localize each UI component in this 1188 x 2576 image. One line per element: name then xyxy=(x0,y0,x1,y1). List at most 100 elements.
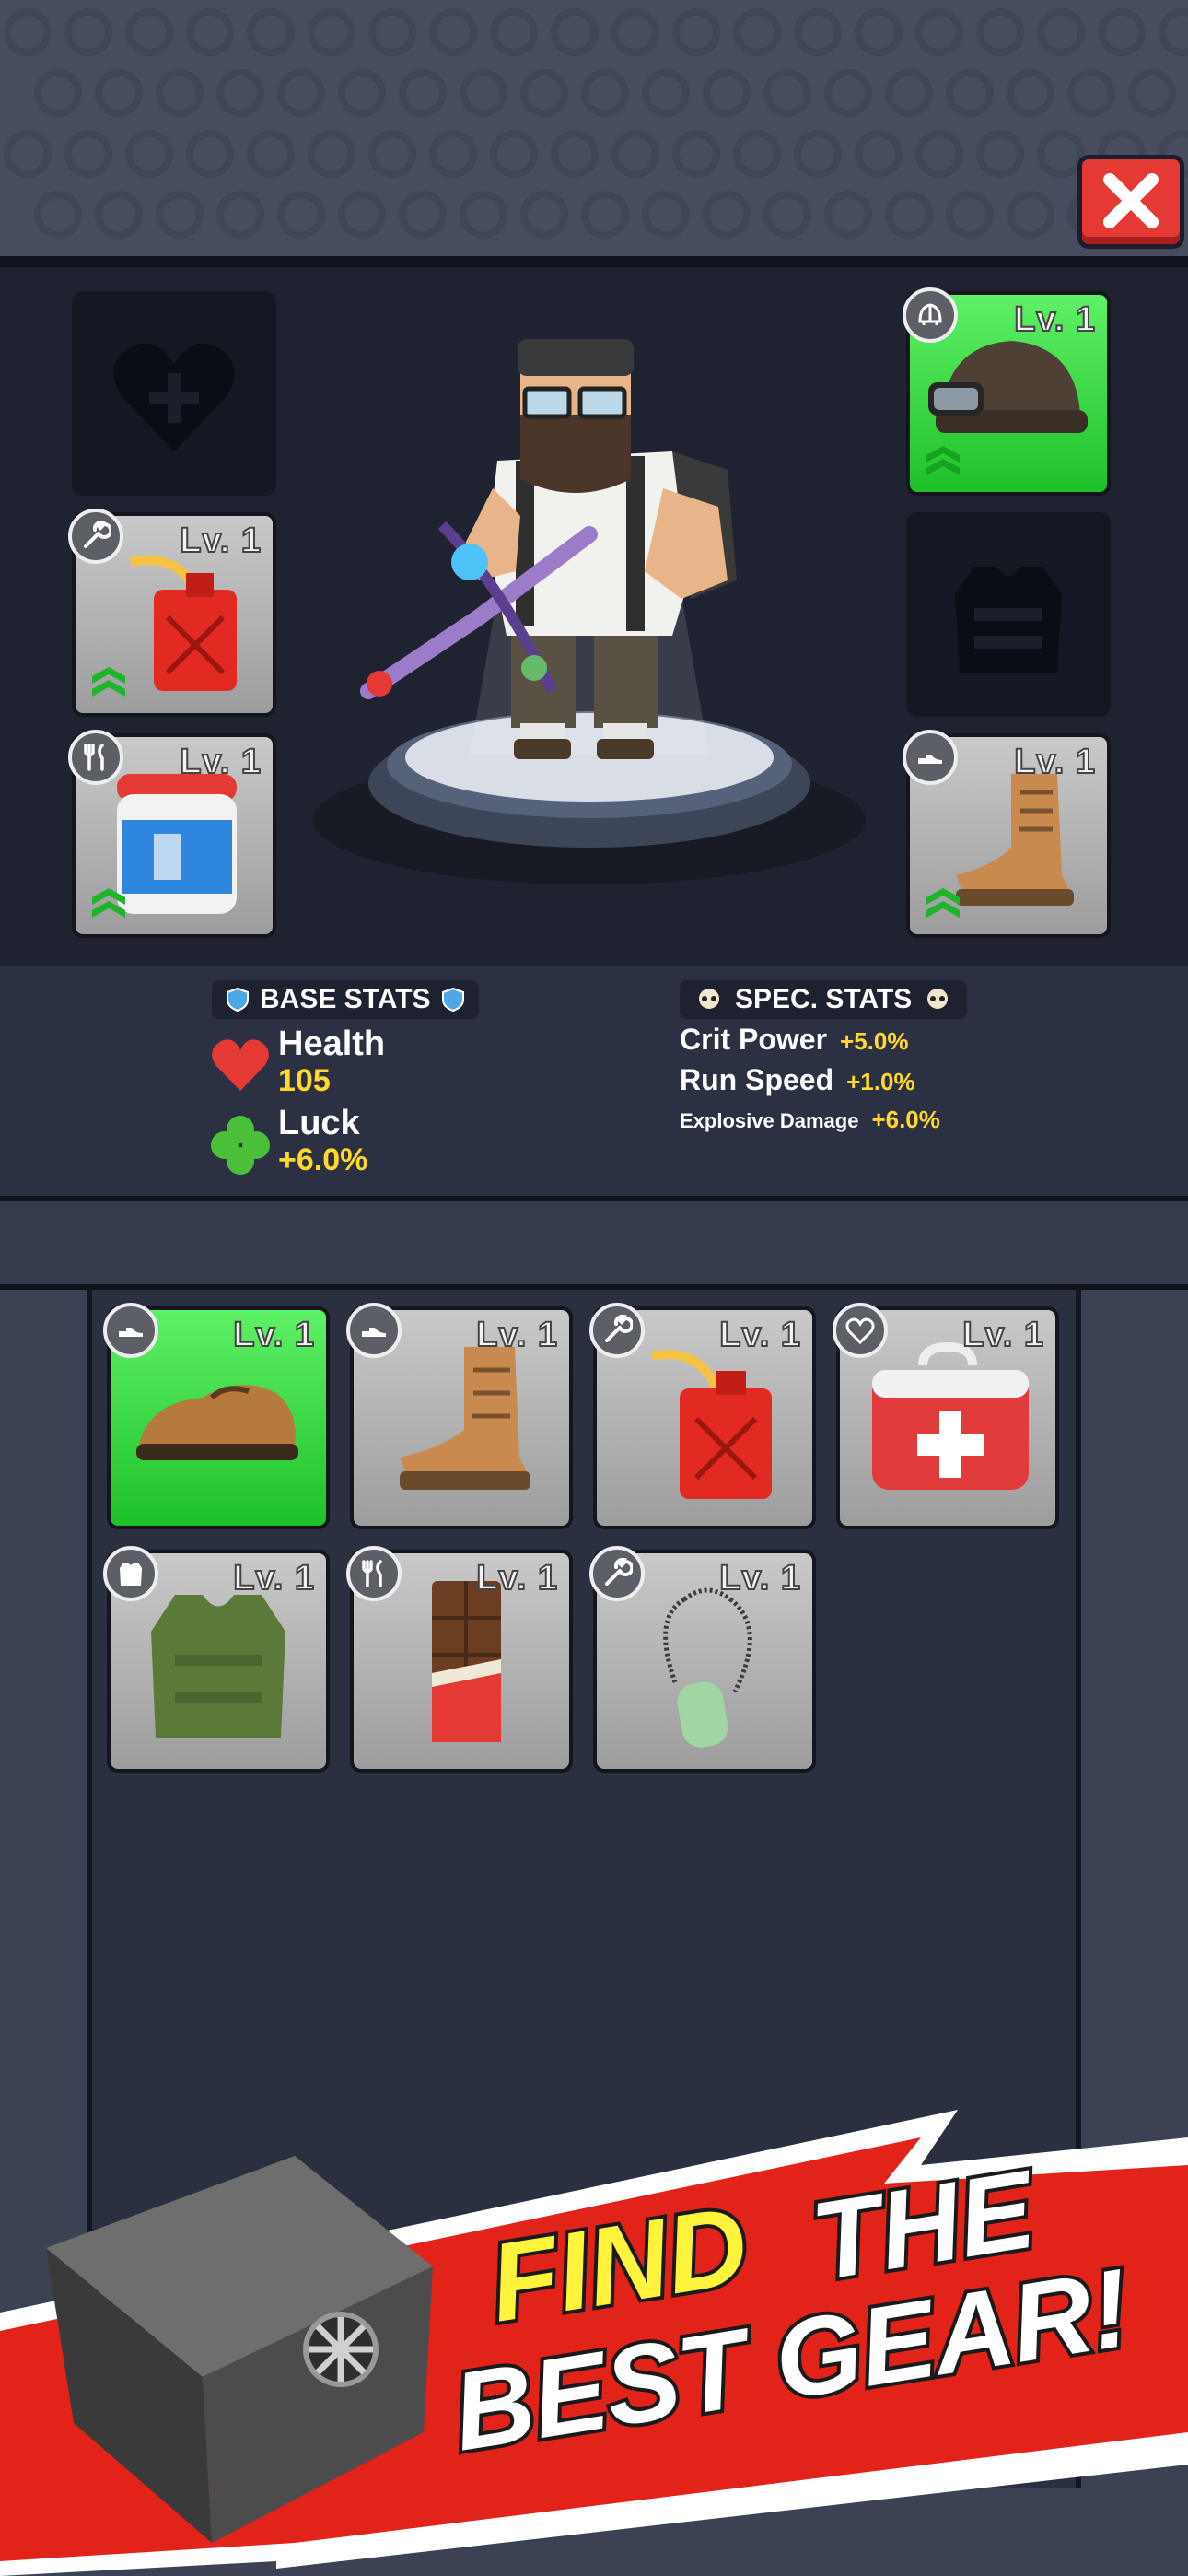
level-label: Lv. 1 xyxy=(961,1315,1044,1355)
pattern-dot xyxy=(915,8,963,56)
wrench-icon xyxy=(68,509,123,564)
pattern-dot xyxy=(733,130,781,178)
level-label: Lv. 1 xyxy=(179,742,262,782)
inventory-item[interactable]: Lv. 1 xyxy=(833,1303,1059,1529)
pattern-dot xyxy=(1007,191,1054,239)
pattern-dot xyxy=(125,8,173,56)
pattern-dot xyxy=(429,8,477,56)
fork-knife-icon xyxy=(68,730,123,785)
pattern-dot xyxy=(277,191,325,239)
spec-value: +6.0% xyxy=(871,1106,940,1133)
skull-icon xyxy=(927,989,949,1009)
inventory-item[interactable]: Lv. 1 xyxy=(103,1303,330,1529)
pattern-dot xyxy=(642,69,690,117)
pattern-dot xyxy=(64,8,112,56)
pattern-dot xyxy=(855,8,903,56)
stats-panel: BASE STATS Health 105 Luck +6.0% SPEC. S… xyxy=(0,966,1188,1201)
pattern-dot xyxy=(4,8,52,56)
fork-knife-icon xyxy=(346,1546,402,1601)
slot-head[interactable]: Lv. 1 xyxy=(903,287,1111,496)
heart-plus-icon xyxy=(833,1303,888,1358)
vest-icon xyxy=(103,1546,158,1601)
level-label: Lv. 1 xyxy=(1013,299,1096,340)
shoe-icon xyxy=(346,1303,402,1358)
pattern-dot xyxy=(763,191,811,239)
pattern-dot xyxy=(247,130,295,178)
upgrade-chevron-icon xyxy=(92,888,125,918)
pattern-dot xyxy=(1067,69,1115,117)
pattern-dot xyxy=(186,8,234,56)
pattern-dot xyxy=(672,130,720,178)
pattern-dot xyxy=(733,8,781,56)
pattern-dot xyxy=(460,69,507,117)
slot-body[interactable] xyxy=(906,512,1111,717)
pattern-dot xyxy=(824,69,872,117)
level-label: Lv. 1 xyxy=(232,1558,315,1598)
pattern-dot xyxy=(156,191,204,239)
upgrade-chevron-icon xyxy=(926,888,960,918)
inventory-item[interactable]: Lv. 1 xyxy=(346,1546,573,1773)
pattern-dot xyxy=(95,191,143,239)
pattern-dot xyxy=(125,130,173,178)
spec-row: Explosive Damage +6.0% xyxy=(680,1106,940,1134)
pattern-dot xyxy=(1007,69,1054,117)
pattern-dot xyxy=(460,191,507,239)
inventory-item[interactable]: Lv. 1 xyxy=(589,1546,816,1773)
pattern-dot xyxy=(1159,8,1188,56)
slot-food[interactable]: Lv. 1 xyxy=(68,730,276,938)
inventory-item[interactable]: Lv. 1 xyxy=(589,1303,816,1529)
slot-health[interactable] xyxy=(72,291,276,496)
spec-value: +1.0% xyxy=(846,1068,915,1095)
pattern-dot xyxy=(64,130,112,178)
pattern-dot xyxy=(763,69,811,117)
promo-banner: FIND THE BEST GEAR! xyxy=(0,2110,1188,2576)
wrench-icon xyxy=(589,1303,645,1358)
spec-value: +5.0% xyxy=(840,1027,909,1055)
pattern-dot xyxy=(4,130,52,178)
shield-icon xyxy=(227,987,249,1013)
level-label: Lv. 1 xyxy=(475,1558,558,1598)
shield-icon xyxy=(441,987,464,1013)
pattern-dot xyxy=(976,8,1024,56)
level-label: Lv. 1 xyxy=(179,521,262,561)
spec-name: Run Speed xyxy=(680,1063,834,1096)
pattern-dot xyxy=(520,69,568,117)
slot-tool[interactable]: Lv. 1 xyxy=(68,509,276,717)
health-value: 105 xyxy=(278,1063,331,1098)
header-pattern xyxy=(0,0,1188,256)
pattern-dot xyxy=(581,191,629,239)
pattern-dot xyxy=(551,8,599,56)
health-label: Health xyxy=(278,1025,386,1063)
pattern-dot xyxy=(581,69,629,117)
spec-stats-label: SPEC. STATS xyxy=(735,984,913,1014)
level-label: Lv. 1 xyxy=(232,1315,315,1355)
base-stats-title: BASE STATS xyxy=(212,980,479,1019)
helmet-icon xyxy=(903,287,958,343)
close-button[interactable] xyxy=(1077,155,1184,249)
pattern-dot xyxy=(915,130,963,178)
pattern-dot xyxy=(794,8,842,56)
pattern-dot xyxy=(186,130,234,178)
slot-feet[interactable]: Lv. 1 xyxy=(903,730,1111,938)
vest-icon xyxy=(955,567,1062,673)
pattern-dot xyxy=(1128,69,1176,117)
pattern-dot xyxy=(368,130,416,178)
level-label: Lv. 1 xyxy=(475,1315,558,1355)
spec-stats-title: SPEC. STATS xyxy=(680,980,968,1019)
pattern-dot xyxy=(399,69,447,117)
pattern-dot xyxy=(338,191,386,239)
pattern-dot xyxy=(490,8,538,56)
inventory-item[interactable]: Lv. 1 xyxy=(346,1303,573,1529)
pattern-dot xyxy=(551,130,599,178)
luck-label: Luck xyxy=(278,1104,360,1142)
inventory-item[interactable]: Lv. 1 xyxy=(103,1546,330,1773)
pattern-dot xyxy=(885,191,933,239)
section-divider xyxy=(0,1201,1188,1290)
shoe-icon xyxy=(903,730,958,785)
pattern-dot xyxy=(429,130,477,178)
pattern-dot xyxy=(216,69,264,117)
pattern-dot xyxy=(672,8,720,56)
pattern-dot xyxy=(156,69,204,117)
pattern-dot xyxy=(703,191,751,239)
pattern-dot xyxy=(946,69,994,117)
